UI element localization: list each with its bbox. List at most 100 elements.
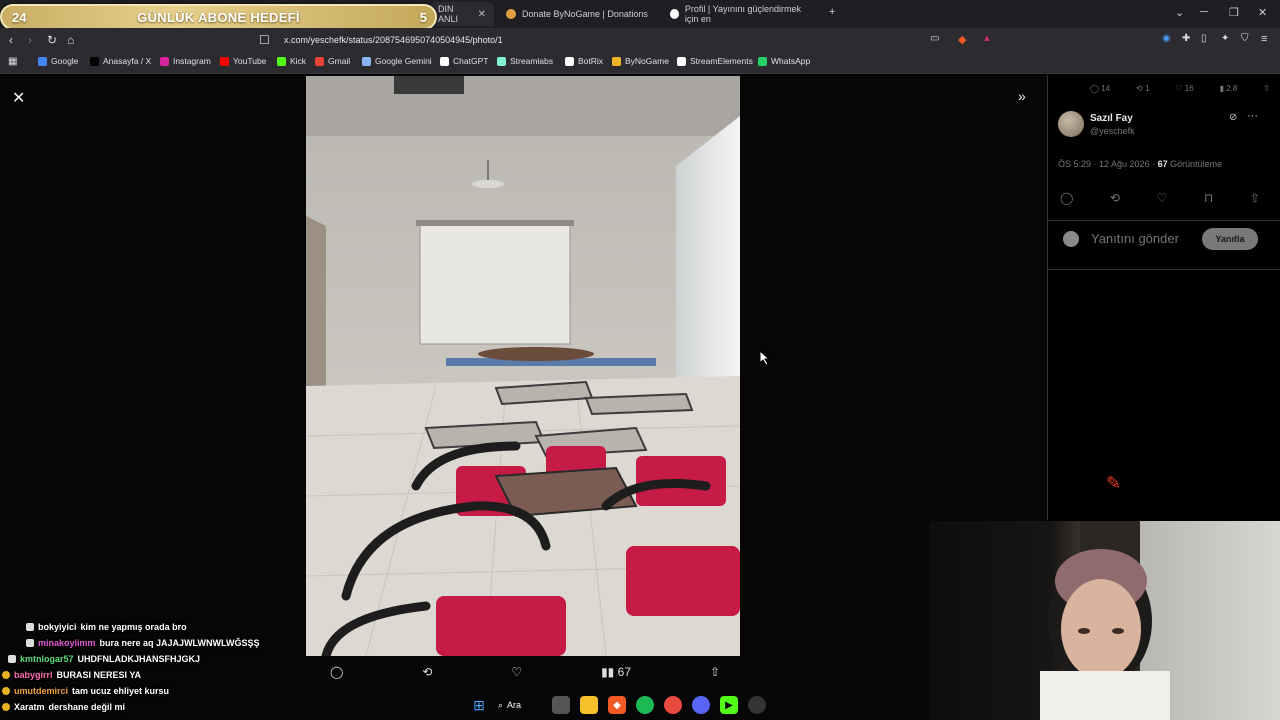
home-icon[interactable]: ⌂ (67, 33, 74, 47)
author-handle[interactable]: @yeschefk (1090, 126, 1135, 136)
vpn-icon[interactable]: ⛉ (1241, 33, 1249, 44)
forward-icon[interactable]: › (28, 33, 32, 47)
repost-count[interactable]: ⟲ 1 (1136, 84, 1149, 93)
repost-icon[interactable]: ⟲ (1110, 191, 1120, 205)
grok-icon[interactable]: ⊘ (1229, 112, 1237, 123)
chat-username[interactable]: bokyiyici (38, 622, 77, 632)
share-icon[interactable]: ⇧ (1263, 84, 1270, 93)
bookmark-favicon-icon (565, 56, 574, 66)
brave-browser-icon[interactable]: ◆ (608, 696, 626, 714)
maximize-icon[interactable]: ❐ (1229, 6, 1239, 19)
post-view-count: 67 (1157, 159, 1168, 169)
view-count-value: 2.8 (1226, 84, 1238, 93)
bookmark-instagram[interactable]: Instagram (160, 56, 211, 66)
bookmark-streamelements[interactable]: StreamElements (677, 56, 753, 66)
sidebar-icon[interactable]: ▯ (1201, 33, 1207, 44)
tab-profile[interactable]: Profil | Yayınını güçlendirmek için en (662, 2, 822, 26)
like-icon[interactable]: ♡ (1157, 191, 1168, 205)
share-icon[interactable]: ⇧ (1250, 191, 1260, 205)
views-stat[interactable]: ▮▮ 67 (601, 665, 631, 679)
chat-username[interactable]: Xaratm (14, 702, 45, 712)
brave-shield-icon[interactable]: ◆ (958, 33, 966, 46)
like-icon[interactable]: ♡ (511, 665, 522, 679)
spotify-icon[interactable] (636, 696, 654, 714)
bookmark-label: ByNoGame (625, 56, 669, 66)
tweet-photo[interactable] (306, 76, 740, 656)
chat-username[interactable]: kmtnlogar57 (20, 654, 74, 664)
reply-button[interactable]: Yanıtla (1202, 228, 1258, 250)
reply-count-value: 14 (1101, 84, 1111, 93)
taskbar-search[interactable]: ⌕ Ara (498, 700, 542, 711)
windows-start-icon[interactable]: ⊞ (470, 696, 488, 714)
bookmark-favicon-icon (497, 56, 506, 66)
task-view-icon[interactable] (552, 696, 570, 714)
kick-app-icon[interactable]: ▶ (720, 696, 738, 714)
apps-grid-icon[interactable]: ▦ (8, 56, 17, 67)
chat-username[interactable]: umutdemirci (14, 686, 68, 696)
avatar[interactable] (1058, 111, 1084, 137)
address-bar[interactable]: x.com/yeschefk/status/208754695074050494… (284, 31, 1004, 49)
menu-icon[interactable]: ≡ (1261, 33, 1267, 45)
view-count[interactable]: ▮ 2.8 (1220, 84, 1238, 93)
bookmark-google-gemini[interactable]: Google Gemini (362, 56, 432, 66)
chat-username[interactable]: minakoyiimm (38, 638, 96, 648)
reload-icon[interactable]: ↻ (47, 33, 57, 47)
chat-username[interactable]: babygirrl (14, 670, 53, 680)
goal-label: GÜNLÜK ABONE HEDEFİ (137, 9, 300, 25)
post-timestamp[interactable]: ÖS 5:29 · 12 Ağu 2026 · (1058, 159, 1155, 169)
bookmark-gmail[interactable]: Gmail (315, 56, 350, 66)
bookmark-google[interactable]: Google (38, 56, 78, 66)
bookmark-chatgpt[interactable]: ChatGPT (440, 56, 488, 66)
brave-rewards-icon[interactable]: ▲ (982, 33, 992, 44)
bookmark-icon[interactable]: ☐ (259, 33, 270, 47)
close-icon[interactable]: ✕ (12, 88, 25, 108)
bookmark-favicon-icon (220, 56, 229, 66)
tab-bynogame[interactable]: Donate ByNoGame | Donations (498, 2, 658, 26)
new-tab-icon[interactable]: + (829, 6, 835, 18)
bookmark-bynogame[interactable]: ByNoGame (612, 56, 669, 66)
bookmark-favicon-icon (362, 56, 371, 66)
bookmark-icon[interactable]: ⊓ (1204, 191, 1213, 205)
leo-ai-icon[interactable]: ✦ (1221, 33, 1229, 44)
bookmark-botrix[interactable]: BotRix (565, 56, 603, 66)
photo-action-bar: ◯ ⟲ ♡ ▮▮ 67 ⇧ (330, 662, 720, 682)
obs-icon[interactable] (748, 696, 766, 714)
like-count[interactable]: ♡ 16 (1175, 84, 1193, 93)
bookmark-whatsapp[interactable]: WhatsApp (758, 56, 810, 66)
chat-badge-icon (26, 623, 34, 631)
repost-icon[interactable]: ⟲ (422, 665, 432, 679)
close-window-icon[interactable]: ✕ (1258, 6, 1267, 19)
tab-active[interactable]: DIN ANLI ✕ (430, 2, 494, 26)
chrome-icon[interactable] (664, 696, 682, 714)
bookmark-streamlabs[interactable]: Streamlabs (497, 56, 553, 66)
extensions-puzzle-icon[interactable]: ✚ (1182, 33, 1190, 44)
chat-message: umutdemirci tam ucuz ehliyet kursu (0, 683, 320, 699)
bookmark-kick[interactable]: Kick (277, 56, 306, 66)
back-icon[interactable]: ‹ (9, 33, 13, 47)
bynogame-icon (506, 9, 516, 19)
file-explorer-icon[interactable] (580, 696, 598, 714)
views-count: 67 (617, 665, 631, 679)
reply-icon[interactable]: ◯ (1060, 191, 1073, 205)
bookmark-favicon-icon (160, 56, 169, 66)
expand-panel-icon[interactable]: » (1018, 88, 1026, 104)
discord-icon[interactable] (692, 696, 710, 714)
goal-target-count: 5 (419, 10, 427, 25)
cast-icon[interactable]: ▭ (930, 33, 939, 44)
bookmark-youtube[interactable]: YouTube (220, 56, 266, 66)
close-tab-icon[interactable]: ✕ (478, 9, 486, 20)
tab-list-icon[interactable]: ⌄ (1175, 6, 1184, 19)
bookmark-label: StreamElements (690, 56, 753, 66)
reply-input[interactable]: Yanıtını gönder (1091, 231, 1179, 246)
reply-count[interactable]: ◯ 14 (1090, 84, 1110, 93)
reply-icon[interactable]: ◯ (330, 665, 343, 679)
views-icon: ▮▮ (601, 665, 615, 679)
more-icon[interactable]: ··· (1247, 110, 1258, 122)
share-icon[interactable]: ⇧ (710, 665, 720, 679)
minimize-icon[interactable]: ─ (1200, 6, 1208, 18)
bookmark-favicon-icon (277, 56, 286, 66)
extension-icon[interactable]: ◉ (1162, 33, 1171, 44)
bookmark-anasayfa-x[interactable]: Anasayfa / X (90, 56, 151, 66)
author-name[interactable]: Sazıl Fay (1090, 113, 1133, 124)
bookmark-label: ChatGPT (453, 56, 489, 66)
